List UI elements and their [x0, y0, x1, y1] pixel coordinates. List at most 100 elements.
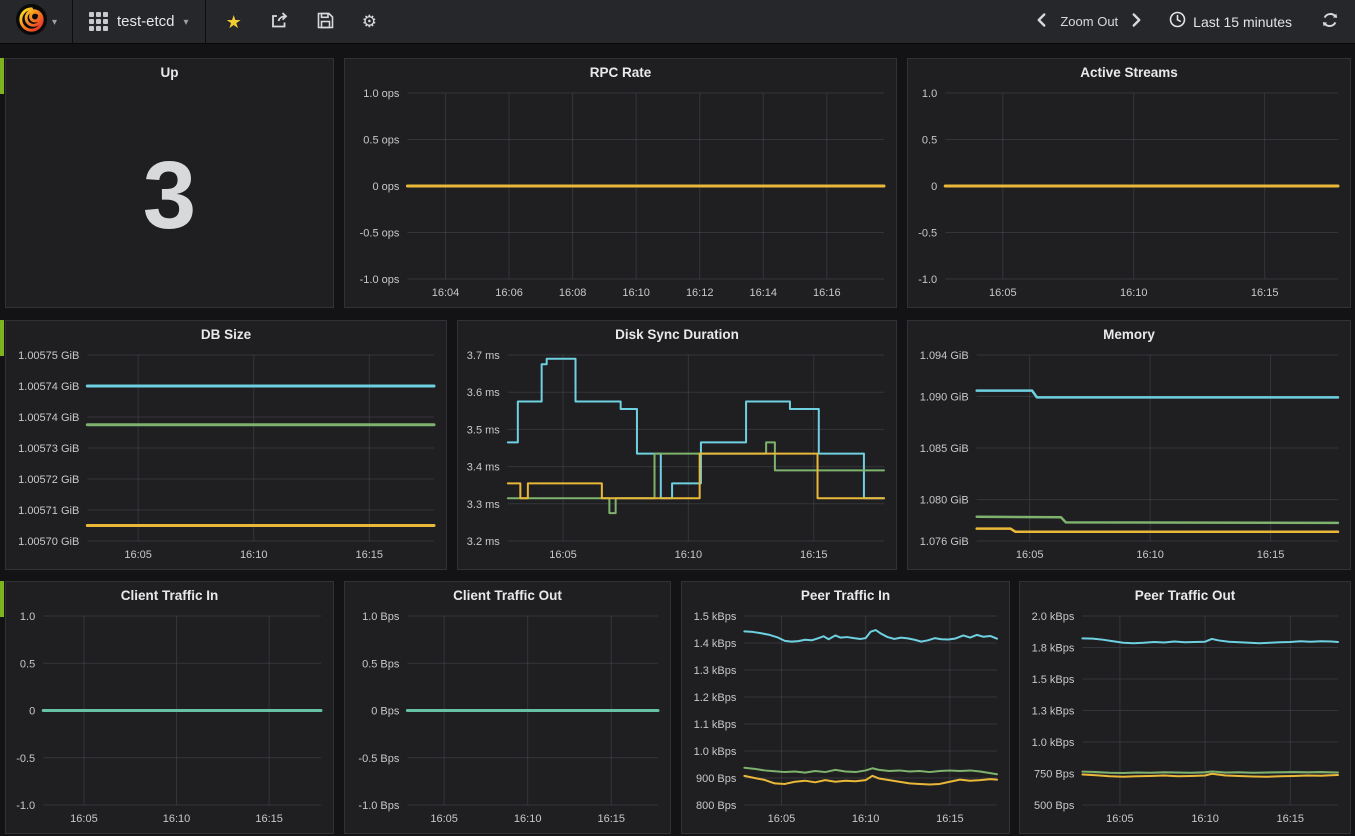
svg-text:16:15: 16:15 — [255, 813, 283, 825]
svg-text:0.5 ops: 0.5 ops — [363, 135, 400, 147]
svg-text:1.0 ops: 1.0 ops — [363, 88, 400, 100]
panel-title-up[interactable]: Up — [6, 59, 333, 85]
panel-title-rpc-rate[interactable]: RPC Rate — [345, 59, 896, 85]
chevron-right-icon — [1131, 12, 1142, 31]
svg-text:1.4 kBps: 1.4 kBps — [694, 638, 737, 650]
svg-text:900 Bps: 900 Bps — [696, 773, 737, 785]
up-singlestat[interactable]: 3 — [6, 85, 333, 307]
svg-text:1.0 kBps: 1.0 kBps — [694, 746, 737, 758]
svg-text:1.076 GiB: 1.076 GiB — [920, 536, 969, 548]
svg-text:16:10: 16:10 — [1191, 813, 1219, 825]
svg-text:16:15: 16:15 — [1277, 813, 1305, 825]
svg-text:16:10: 16:10 — [163, 813, 191, 825]
panel-up: Up 3 — [5, 58, 334, 308]
dashboard-picker[interactable]: test-etcd ▾ — [73, 0, 206, 43]
time-shift-forward-button[interactable] — [1131, 12, 1142, 31]
svg-text:1.094 GiB: 1.094 GiB — [920, 350, 969, 362]
active-streams-chart[interactable]: 16:0516:1016:151.00.50-0.5-1.0 — [908, 85, 1350, 305]
svg-text:1.0: 1.0 — [20, 611, 35, 623]
db-size-chart[interactable]: 16:0516:1016:151.00570 GiB1.00571 GiB1.0… — [6, 347, 446, 567]
zoom-out-button[interactable]: Zoom Out — [1060, 14, 1118, 29]
panel-disk-sync-duration: Disk Sync Duration 16:0516:1016:153.7 ms… — [457, 320, 897, 570]
panel-title-client-traffic-out[interactable]: Client Traffic Out — [345, 582, 670, 608]
panel-title-active-streams[interactable]: Active Streams — [908, 59, 1350, 85]
svg-text:16:05: 16:05 — [1106, 813, 1134, 825]
svg-text:16:10: 16:10 — [852, 813, 880, 825]
svg-text:16:05: 16:05 — [768, 813, 796, 825]
caret-down-icon: ▾ — [184, 15, 189, 28]
svg-text:16:05: 16:05 — [430, 813, 458, 825]
svg-text:1.090 GiB: 1.090 GiB — [920, 391, 969, 403]
peer-traffic-in-chart[interactable]: 16:0516:1016:151.5 kBps1.4 kBps1.3 kBps1… — [682, 608, 1009, 831]
svg-text:0 Bps: 0 Bps — [371, 706, 400, 718]
svg-text:-0.5 Bps: -0.5 Bps — [358, 753, 399, 765]
panel-peer-traffic-out: Peer Traffic Out 16:0516:1016:152.0 kBps… — [1019, 581, 1351, 834]
svg-text:1.00574 GiB: 1.00574 GiB — [18, 412, 79, 424]
memory-chart[interactable]: 16:0516:1016:151.076 GiB1.080 GiB1.085 G… — [908, 347, 1350, 567]
svg-text:1.080 GiB: 1.080 GiB — [920, 495, 969, 507]
save-button[interactable] — [317, 12, 334, 32]
svg-text:3.5 ms: 3.5 ms — [467, 424, 501, 436]
time-shift-back-button[interactable] — [1036, 12, 1047, 31]
svg-text:16:10: 16:10 — [1136, 549, 1164, 561]
grafana-menu-button[interactable]: ▾ — [0, 0, 73, 43]
svg-text:0: 0 — [931, 181, 937, 193]
svg-text:16:05: 16:05 — [549, 549, 577, 561]
svg-text:3.6 ms: 3.6 ms — [467, 387, 501, 399]
svg-text:16:10: 16:10 — [1120, 287, 1148, 299]
svg-text:0.5 Bps: 0.5 Bps — [362, 658, 400, 670]
svg-text:16:05: 16:05 — [124, 549, 152, 561]
dashboard-actions: ★ ⚙ — [206, 0, 397, 43]
svg-text:16:05: 16:05 — [1016, 549, 1044, 561]
panel-title-db-size[interactable]: DB Size — [6, 321, 446, 347]
panel-peer-traffic-in: Peer Traffic In 16:0516:1016:151.5 kBps1… — [681, 581, 1010, 834]
save-icon — [317, 12, 334, 32]
row-toggle-strip[interactable] — [0, 581, 4, 617]
svg-text:16:12: 16:12 — [686, 287, 714, 299]
time-range-picker[interactable]: Last 15 minutes — [1169, 11, 1292, 33]
panel-title-disk-sync-duration[interactable]: Disk Sync Duration — [458, 321, 896, 347]
peer-traffic-out-chart[interactable]: 16:0516:1016:152.0 kBps1.8 kBps1.5 kBps1… — [1020, 608, 1350, 831]
svg-text:16:10: 16:10 — [675, 549, 703, 561]
svg-text:16:04: 16:04 — [432, 287, 460, 299]
disk-sync-duration-chart[interactable]: 16:0516:1016:153.7 ms3.6 ms3.5 ms3.4 ms3… — [458, 347, 896, 567]
panel-title-memory[interactable]: Memory — [908, 321, 1350, 347]
svg-text:-1.0: -1.0 — [16, 800, 35, 812]
svg-text:0: 0 — [29, 706, 35, 718]
svg-text:-0.5 ops: -0.5 ops — [360, 228, 400, 240]
svg-text:1.5 kBps: 1.5 kBps — [1032, 674, 1075, 686]
svg-text:1.1 kBps: 1.1 kBps — [694, 719, 737, 731]
panel-memory: Memory 16:0516:1016:151.076 GiB1.080 GiB… — [907, 320, 1351, 570]
row-toggle-strip[interactable] — [0, 320, 4, 356]
caret-down-icon: ▾ — [52, 15, 57, 28]
svg-text:-1.0 ops: -1.0 ops — [360, 274, 400, 286]
time-range-label: Last 15 minutes — [1193, 14, 1292, 30]
client-traffic-in-chart[interactable]: 16:0516:1016:151.00.50-0.5-1.0 — [6, 608, 333, 831]
svg-text:1.0: 1.0 — [922, 88, 937, 100]
star-icon: ★ — [226, 13, 242, 31]
share-button[interactable] — [270, 11, 289, 32]
refresh-button[interactable] — [1321, 11, 1339, 32]
svg-text:16:15: 16:15 — [356, 549, 384, 561]
svg-text:1.3 kBps: 1.3 kBps — [1032, 706, 1075, 718]
settings-button[interactable]: ⚙ — [362, 13, 377, 30]
panel-title-peer-traffic-out[interactable]: Peer Traffic Out — [1020, 582, 1350, 608]
panel-title-client-traffic-in[interactable]: Client Traffic In — [6, 582, 333, 608]
svg-text:0.5: 0.5 — [922, 135, 937, 147]
dashboard-title: test-etcd — [117, 13, 175, 30]
svg-text:1.00574 GiB: 1.00574 GiB — [18, 381, 79, 393]
panel-client-traffic-out: Client Traffic Out 16:0516:1016:151.0 Bp… — [344, 581, 671, 834]
svg-text:3.4 ms: 3.4 ms — [467, 462, 501, 474]
client-traffic-out-chart[interactable]: 16:0516:1016:151.0 Bps0.5 Bps0 Bps-0.5 B… — [345, 608, 670, 831]
star-button[interactable]: ★ — [226, 13, 242, 31]
panel-title-peer-traffic-in[interactable]: Peer Traffic In — [682, 582, 1009, 608]
svg-text:16:10: 16:10 — [622, 287, 650, 299]
share-icon — [270, 11, 289, 32]
rpc-rate-chart[interactable]: 16:0416:0616:0816:1016:1216:1416:161.0 o… — [345, 85, 896, 305]
chevron-left-icon — [1036, 12, 1047, 31]
row-toggle-strip[interactable] — [0, 58, 4, 94]
svg-text:16:10: 16:10 — [240, 549, 268, 561]
svg-text:1.2 kBps: 1.2 kBps — [694, 692, 737, 704]
svg-text:1.00571 GiB: 1.00571 GiB — [18, 505, 79, 517]
svg-text:16:15: 16:15 — [1251, 287, 1279, 299]
